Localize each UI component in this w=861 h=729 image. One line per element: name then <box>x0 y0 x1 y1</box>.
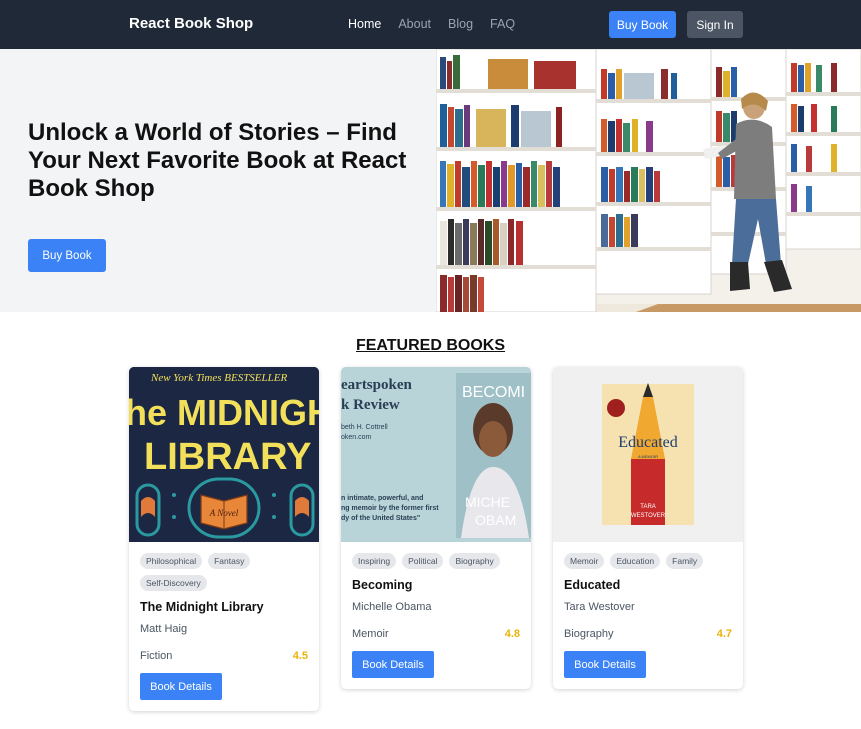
cover-text: New York Times BESTSELLER <box>150 372 287 384</box>
cover-text: WESTOVER <box>631 513 666 519</box>
tag: Inspiring <box>352 553 397 569</box>
book-author: Michelle Obama <box>352 601 432 613</box>
nav-link-about[interactable]: About <box>398 17 431 31</box>
tag: Education <box>610 553 661 569</box>
book-cover-educated[interactable]: Educated A MEMOIR TARA WESTOVER <box>553 367 743 542</box>
cover-text: A Novel <box>209 508 239 518</box>
cover-text: MICHE <box>465 494 510 510</box>
hero-buy-book-button[interactable]: Buy Book <box>28 239 106 272</box>
book-cover-becoming[interactable]: eartspoken k Review beth H. Cottrell oke… <box>341 367 531 542</box>
book-meta: Memoir 4.8 <box>352 628 520 640</box>
nav-links: Home About Blog FAQ <box>348 17 515 31</box>
cover-text: BECOMI <box>462 384 525 401</box>
cover-text: oken.com <box>341 434 372 441</box>
book-title: Educated <box>564 578 621 592</box>
tag: Biography <box>449 553 500 569</box>
book-meta: Fiction 4.5 <box>140 650 308 662</box>
hero-section: Unlock a World of Stories – Find Your Ne… <box>0 49 861 312</box>
tag: Fantasy <box>208 553 251 569</box>
cover-text: Educated <box>618 434 678 451</box>
nav-link-faq[interactable]: FAQ <box>490 17 515 31</box>
cover-text: A MEMOIR <box>638 454 658 459</box>
book-author: Matt Haig <box>140 623 188 635</box>
cover-text: eartspoken <box>341 377 412 393</box>
book-genre: Memoir <box>352 628 389 640</box>
book-rating: 4.8 <box>504 628 520 640</box>
book-author: Tara Westover <box>564 601 635 613</box>
midnight-library-cover-art: New York Times BESTSELLER he MIDNIGH LIB… <box>129 367 319 542</box>
book-title: The Midnight Library <box>140 600 264 614</box>
book-card: Educated A MEMOIR TARA WESTOVER Memoir E… <box>553 367 743 689</box>
hero-bookstore-image <box>436 49 861 312</box>
book-title: Becoming <box>352 578 413 592</box>
book-rating: 4.5 <box>292 650 308 662</box>
book-rating: 4.7 <box>716 628 732 640</box>
becoming-cover-art: eartspoken k Review beth H. Cottrell oke… <box>341 367 531 542</box>
hero-title: Unlock a World of Stories – Find Your Ne… <box>28 119 407 202</box>
book-genre: Fiction <box>140 650 173 662</box>
cover-text: beth H. Cottrell <box>341 424 388 431</box>
cover-text: OBAM <box>475 512 516 528</box>
tag-list: Inspiring Political Biography <box>352 553 520 569</box>
cover-text: LIBRARY <box>144 436 311 478</box>
tag: Memoir <box>564 553 605 569</box>
nav-buy-book-button[interactable]: Buy Book <box>609 11 676 38</box>
tag: Philosophical <box>140 553 203 569</box>
sign-in-button[interactable]: Sign In <box>687 11 743 38</box>
tag: Self-Discovery <box>140 575 207 591</box>
book-details-button[interactable]: Book Details <box>140 673 222 700</box>
nav-link-home[interactable]: Home <box>348 17 381 31</box>
cover-text: he MIDNIGH <box>129 392 319 433</box>
cover-text: TARA <box>640 504 656 510</box>
tag: Political <box>402 553 444 569</box>
tag-list: Memoir Education Family <box>564 553 732 569</box>
cover-text: k Review <box>341 397 400 413</box>
tag: Family <box>666 553 704 569</box>
nav-link-blog[interactable]: Blog <box>448 17 473 31</box>
book-card: New York Times BESTSELLER he MIDNIGH LIB… <box>129 367 319 711</box>
book-meta: Biography 4.7 <box>564 628 732 640</box>
featured-books-heading: FEATURED BOOKS <box>355 337 506 354</box>
book-details-button[interactable]: Book Details <box>564 651 646 678</box>
bookstore-illustration <box>436 49 861 312</box>
book-card: eartspoken k Review beth H. Cottrell oke… <box>341 367 531 689</box>
brand-logo[interactable]: React Book Shop <box>129 15 253 32</box>
tag-list: Philosophical Fantasy Self-Discovery <box>140 553 308 591</box>
book-details-button[interactable]: Book Details <box>352 651 434 678</box>
educated-cover-art: Educated A MEMOIR TARA WESTOVER <box>553 367 743 542</box>
hero-text-panel: Unlock a World of Stories – Find Your Ne… <box>0 49 436 312</box>
book-cover-midnight-library[interactable]: New York Times BESTSELLER he MIDNIGH LIB… <box>129 367 319 542</box>
book-genre: Biography <box>564 628 614 640</box>
navbar: React Book Shop Home About Blog FAQ Buy … <box>0 0 861 49</box>
